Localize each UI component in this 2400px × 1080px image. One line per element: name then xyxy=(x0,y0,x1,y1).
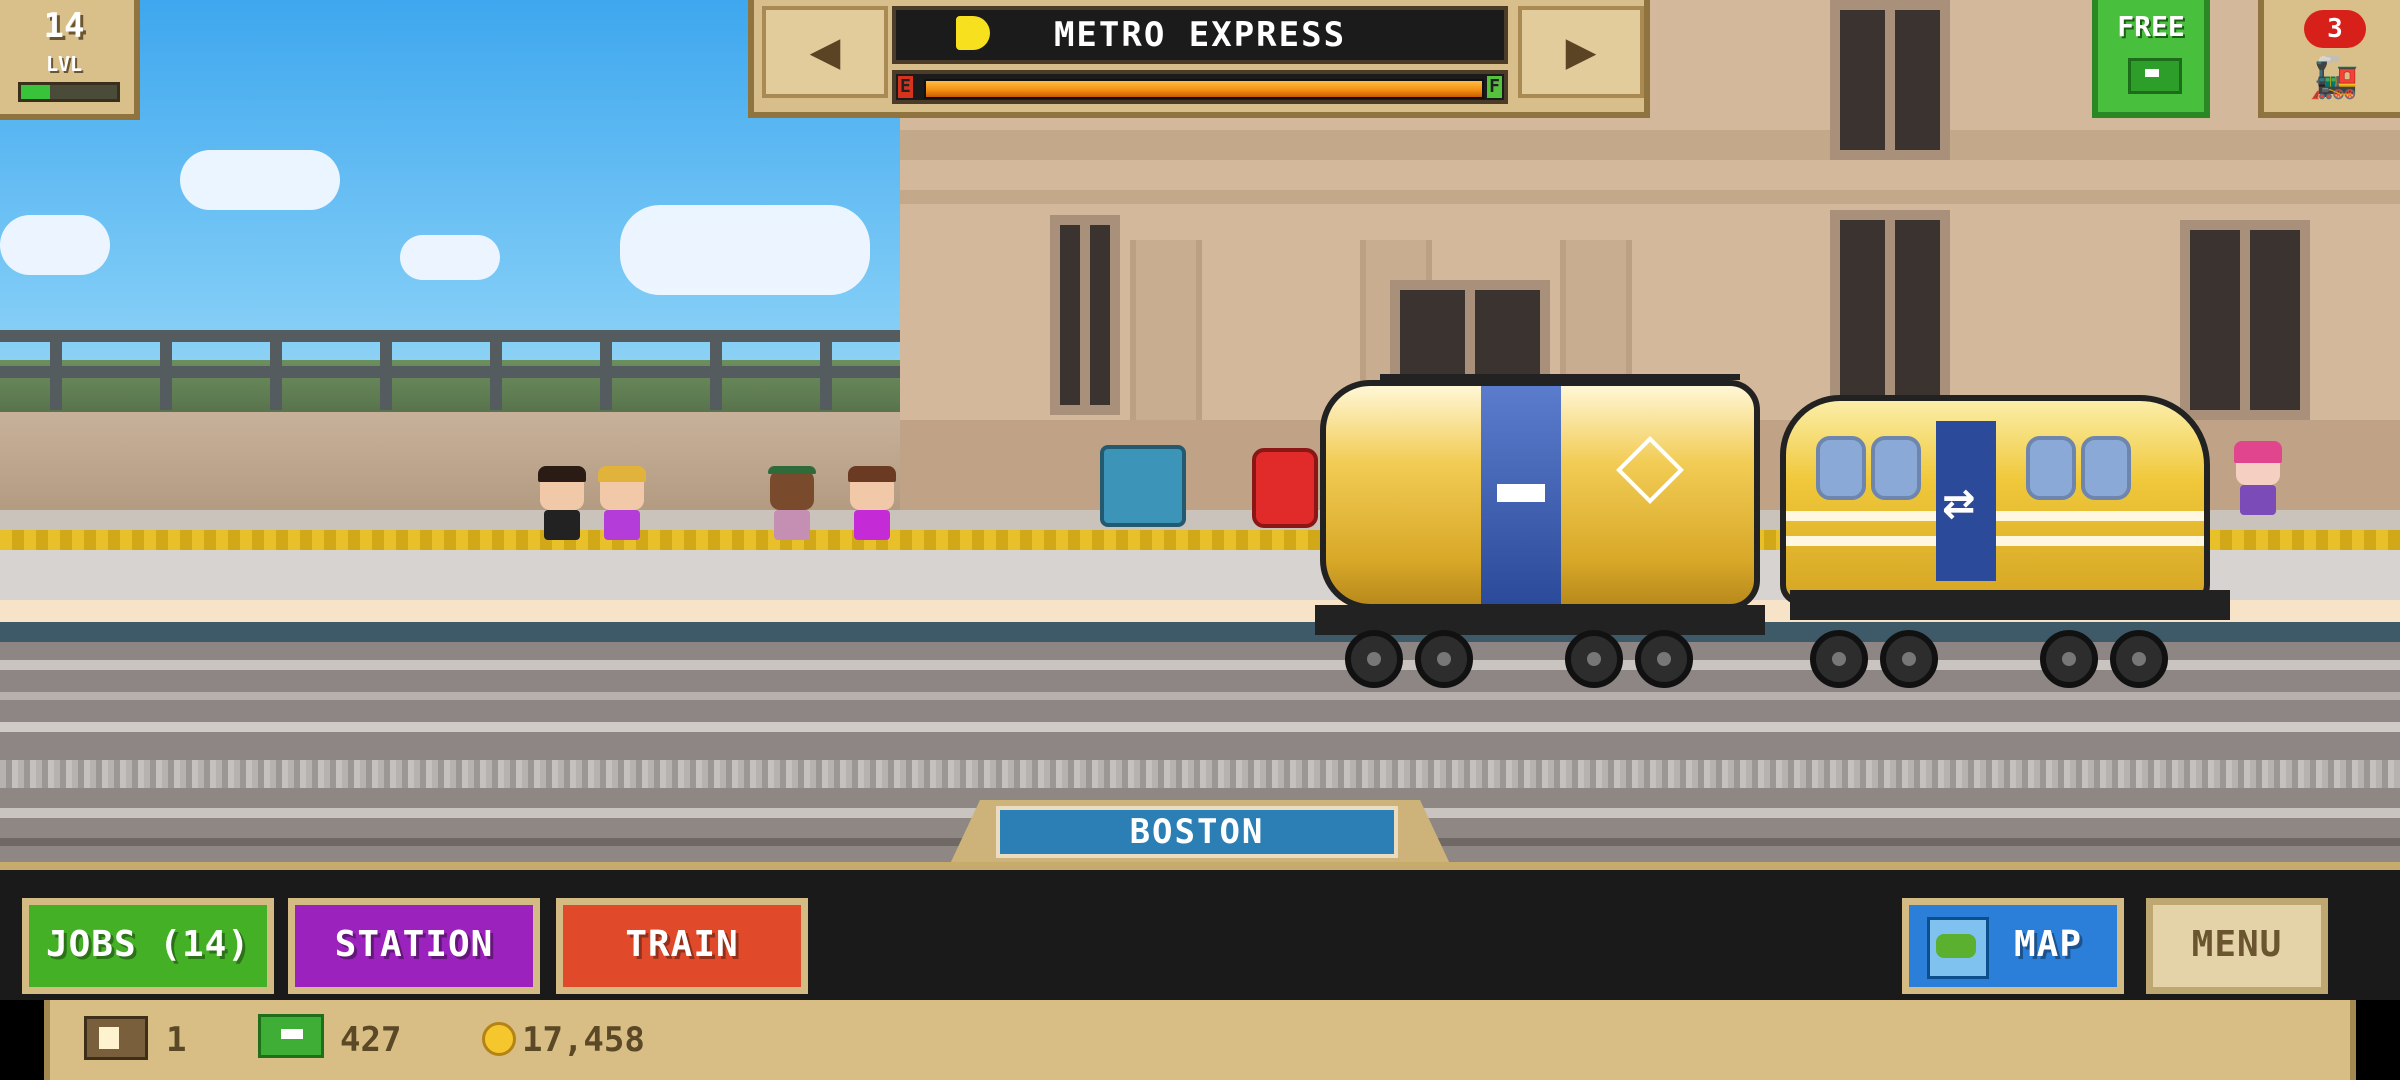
wheel xyxy=(2040,630,2098,688)
cloud xyxy=(620,205,870,295)
fuel-empty-label: E xyxy=(898,76,913,98)
station-name-sign: BOSTON xyxy=(996,806,1398,858)
action-bar: JOBS (14) STATION TRAIN MAP MENU xyxy=(0,862,2400,1000)
station-button[interactable]: STATION xyxy=(288,898,540,994)
tickets-count: 1 xyxy=(166,1020,187,1060)
fence xyxy=(0,330,900,410)
wheel xyxy=(1635,630,1693,688)
level-progress-fill xyxy=(21,85,50,99)
train-name-box: METRO EXPRESS xyxy=(892,6,1508,64)
wheel xyxy=(1345,630,1403,688)
fuel-gauge: E F xyxy=(892,70,1508,104)
fuel-track xyxy=(924,79,1484,99)
free-label: FREE xyxy=(2117,10,2185,43)
luggage-bag[interactable] xyxy=(1100,445,1186,527)
building-window xyxy=(1830,0,1950,160)
resource-bar: 1 427 17,458 xyxy=(44,1000,2356,1080)
low-wall xyxy=(0,412,900,512)
ticket-icon xyxy=(84,1016,148,1060)
coins-count: 17,458 xyxy=(522,1020,645,1060)
locomotive[interactable]: ⇄ xyxy=(1780,395,2210,605)
luggage-backpack[interactable] xyxy=(1252,448,1318,528)
wheel xyxy=(1415,630,1473,688)
free-cash-button[interactable]: FREE xyxy=(2092,0,2210,118)
cloud xyxy=(0,215,110,275)
tank-car[interactable] xyxy=(1320,380,1760,610)
engines-button[interactable]: 3 🚂 xyxy=(2258,0,2400,118)
wheel xyxy=(1880,630,1938,688)
cash-icon xyxy=(2128,58,2182,94)
notification-badge: 3 xyxy=(2304,10,2366,48)
jobs-button[interactable]: JOBS (14) xyxy=(22,898,274,994)
train-name: METRO EXPRESS xyxy=(1053,15,1347,55)
building-window xyxy=(2180,220,2310,420)
cash-count: 427 xyxy=(340,1020,402,1060)
cloud xyxy=(180,150,340,210)
wheel xyxy=(2110,630,2168,688)
previous-train-button[interactable]: ◀ xyxy=(762,6,888,98)
cash-icon xyxy=(258,1014,324,1058)
train-selector: ◀ METRO EXPRESS E F ▶ xyxy=(748,0,1650,118)
locomotive-chassis xyxy=(1790,590,2230,620)
wheel xyxy=(1810,630,1868,688)
passenger[interactable] xyxy=(848,466,896,540)
fuel-fill xyxy=(926,81,1482,97)
railway-logo: ⇄ xyxy=(1936,421,1996,581)
level-number: 14 xyxy=(43,6,85,46)
map-icon xyxy=(1927,917,1989,979)
passenger[interactable] xyxy=(598,466,646,540)
train-button[interactable]: TRAIN xyxy=(556,898,808,994)
map-button[interactable]: MAP xyxy=(1902,898,2124,994)
locomotive-icon: 🚂 xyxy=(2309,55,2359,101)
passenger[interactable] xyxy=(2234,441,2282,515)
cloud xyxy=(400,235,500,280)
passenger[interactable] xyxy=(538,466,586,540)
level-progress-bar xyxy=(18,82,120,102)
coin-icon xyxy=(482,1022,516,1056)
menu-button[interactable]: MENU xyxy=(2146,898,2328,994)
building-window xyxy=(1050,215,1120,415)
fuel-full-label: F xyxy=(1487,76,1502,98)
level-label: LVL xyxy=(45,52,83,76)
passenger[interactable] xyxy=(768,466,816,540)
map-label: MAP xyxy=(2013,924,2083,965)
player-level[interactable]: 14 LVL xyxy=(0,0,140,120)
building-window xyxy=(1830,210,1950,420)
wheel xyxy=(1565,630,1623,688)
gravel xyxy=(0,760,2400,788)
next-train-button[interactable]: ▶ xyxy=(1518,6,1644,98)
